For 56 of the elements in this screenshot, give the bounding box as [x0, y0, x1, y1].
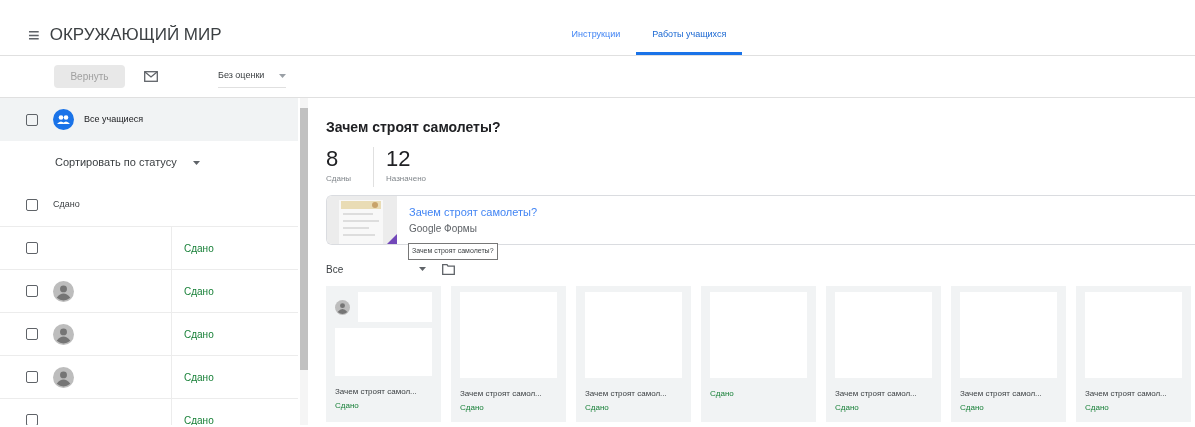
- submission-card[interactable]: Сдано: [701, 286, 816, 422]
- submission-title: Зачем строят самол...: [960, 388, 1043, 400]
- checkbox[interactable]: [26, 414, 38, 425]
- grade-select[interactable]: Без оценки: [218, 65, 286, 88]
- checkbox[interactable]: [26, 242, 38, 254]
- checkbox[interactable]: [26, 113, 38, 126]
- status-label: Сдано: [184, 370, 214, 385]
- tab[interactable]: Работы учащихся: [636, 14, 743, 55]
- submission-card[interactable]: Зачем строят самол... Сдано: [326, 286, 441, 422]
- checkbox[interactable]: [26, 328, 38, 340]
- stat-label: Сданы: [326, 173, 352, 185]
- status-label: Сдано: [184, 284, 214, 299]
- status-label: Сдано: [585, 402, 610, 414]
- status-label: Сдано: [184, 241, 214, 256]
- group-icon: [53, 109, 74, 130]
- class-title: ОКРУЖАЮЩИЙ МИР: [49, 23, 222, 46]
- status-label: Сдано: [960, 402, 985, 414]
- stat-count: 8: [326, 147, 340, 171]
- group-label: Сдано: [53, 198, 80, 212]
- submission-card[interactable]: Зачем строят самол... Сдано: [451, 286, 566, 422]
- status-label: Сдано: [335, 400, 360, 412]
- submission-title: Зачем строят самол...: [460, 388, 543, 400]
- checkbox[interactable]: [26, 285, 38, 297]
- caret-icon: [419, 267, 426, 271]
- submission-card[interactable]: Зачем строят самол... Сдано: [1076, 286, 1191, 422]
- status-label: Сдано: [460, 402, 485, 414]
- status-label: Сдано: [710, 388, 735, 400]
- submission-title: Зачем строят самол...: [585, 388, 668, 400]
- submission-card[interactable]: Зачем строят самол... Сдано: [576, 286, 691, 422]
- menu-icon[interactable]: ≡: [28, 24, 40, 45]
- folder-icon[interactable]: [442, 263, 455, 275]
- filter-select[interactable]: Все: [326, 261, 426, 277]
- submission-title: Зачем строят самол...: [835, 388, 918, 400]
- attachment-link[interactable]: Зачем строят самолеты?: [409, 205, 538, 219]
- scrollbar[interactable]: [300, 98, 308, 425]
- attachment-source: Google Формы: [409, 222, 478, 236]
- caret-icon: [279, 74, 286, 78]
- status-label: Сдано: [184, 413, 214, 425]
- status-label: Сдано: [184, 327, 214, 342]
- submission-card[interactable]: Зачем строят самол... Сдано: [826, 286, 941, 422]
- checkbox[interactable]: [26, 371, 38, 383]
- stat-label: Назначено: [386, 173, 427, 185]
- caret-icon: [192, 160, 200, 165]
- all-students-label: Все учащиеся: [84, 112, 143, 126]
- email-icon[interactable]: [144, 71, 158, 82]
- status-label: Сдано: [835, 402, 860, 414]
- submission-title: Зачем строят самол...: [1085, 388, 1168, 400]
- submission-card[interactable]: Зачем строят самол... Сдано: [951, 286, 1066, 422]
- status-label: Сдано: [1085, 402, 1110, 414]
- stat-count: 12: [386, 147, 412, 171]
- attachment-card[interactable]: Зачем строят самолеты? Google Формы: [326, 195, 1195, 245]
- checkbox[interactable]: [26, 199, 38, 211]
- assignment-title: Зачем строят самолеты?: [326, 118, 502, 137]
- sort-select[interactable]: Сортировать по статусу: [0, 141, 298, 184]
- tab[interactable]: Инструкции: [555, 14, 637, 55]
- submission-title: Зачем строят самол...: [335, 386, 418, 398]
